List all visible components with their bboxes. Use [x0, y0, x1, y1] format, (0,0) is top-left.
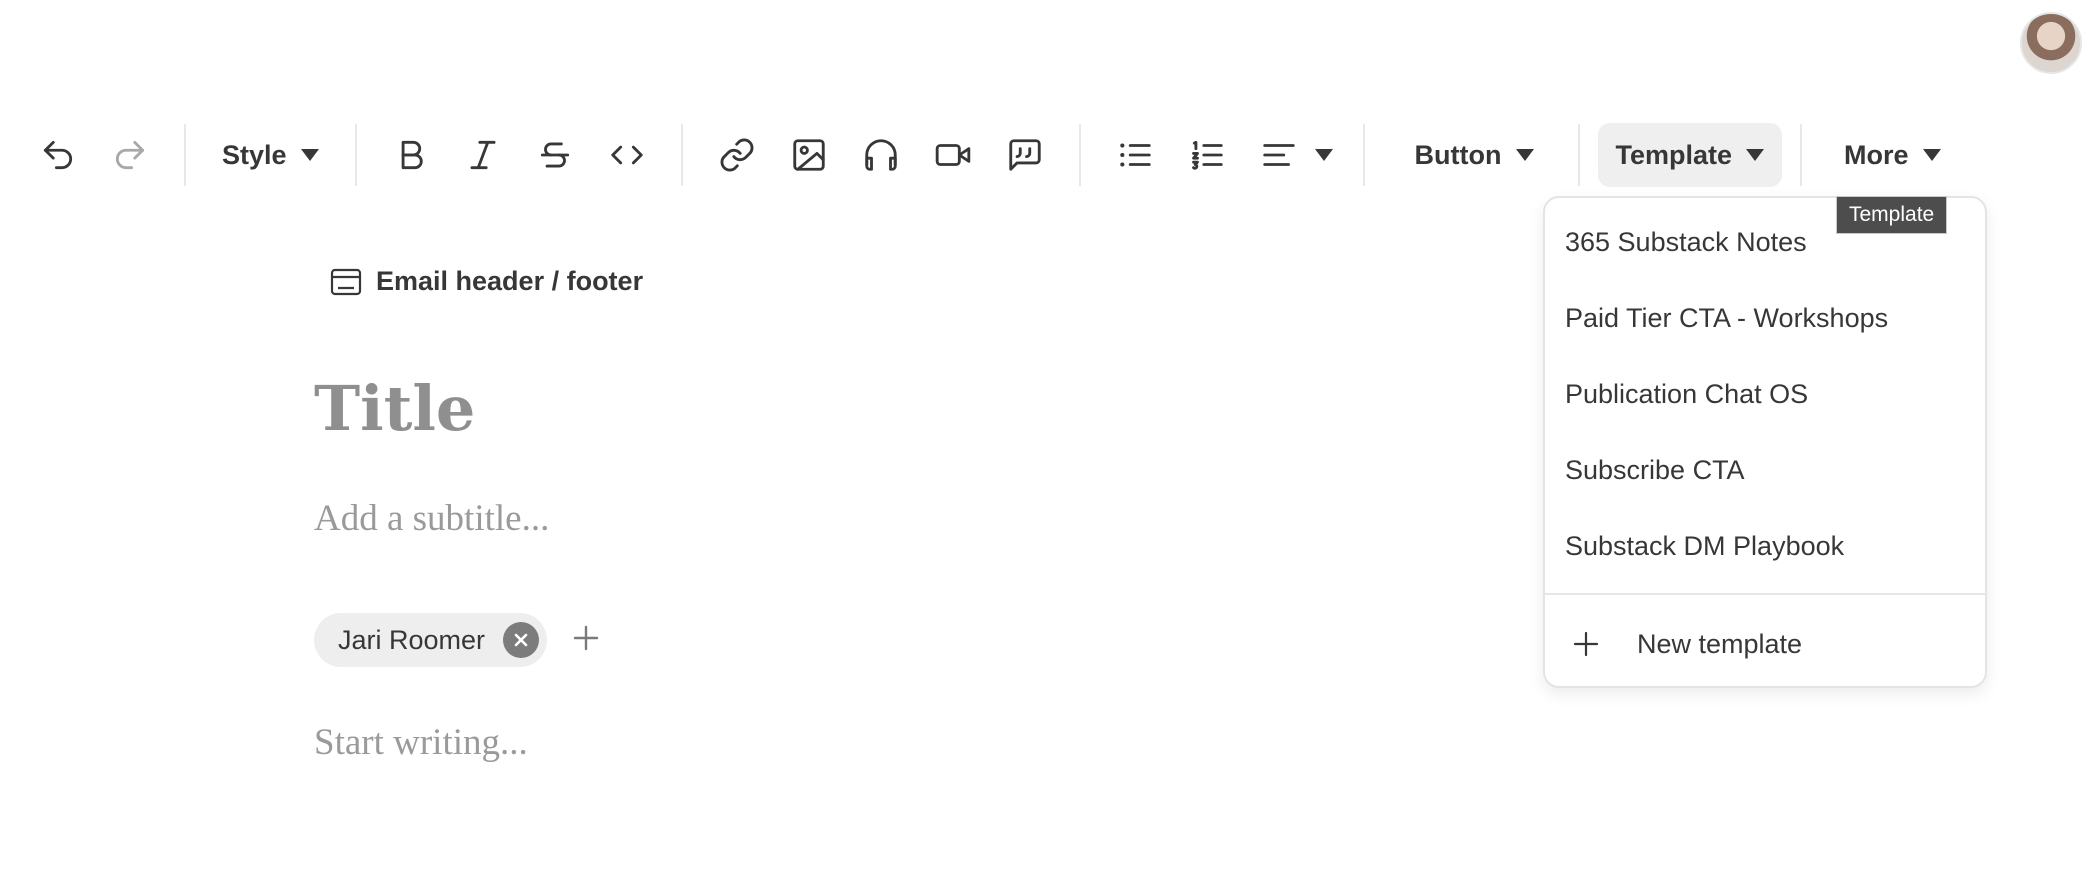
caret-down-icon — [1746, 149, 1765, 161]
video-icon[interactable] — [917, 122, 989, 188]
more-dropdown[interactable]: More — [1826, 123, 1959, 187]
numbered-list-icon[interactable] — [1171, 122, 1243, 188]
template-tooltip: Template — [1836, 196, 1948, 234]
plus-icon — [1573, 631, 1599, 657]
author-chip: Jari Roomer — [314, 613, 548, 667]
toolbar-divider — [1078, 124, 1081, 186]
audio-icon[interactable] — [845, 122, 917, 188]
caret-down-icon — [1922, 149, 1941, 161]
button-dropdown[interactable]: Button — [1397, 123, 1552, 187]
author-name: Jari Roomer — [338, 624, 486, 655]
quote-icon[interactable] — [989, 122, 1061, 188]
email-header-footer-label: Email header / footer — [376, 266, 644, 296]
editor-page: Style Button Template More Email header … — [0, 0, 2096, 894]
strikethrough-icon[interactable] — [519, 122, 591, 188]
italic-icon[interactable] — [447, 122, 519, 188]
plus-icon — [573, 625, 599, 650]
style-label: Style — [222, 139, 287, 170]
menu-divider — [1545, 593, 1985, 595]
email-header-footer-icon — [330, 268, 362, 295]
title-input[interactable]: Title — [314, 372, 475, 445]
toolbar-divider — [680, 124, 683, 186]
toolbar-divider — [354, 124, 357, 186]
template-item[interactable]: Paid Tier CTA - Workshops — [1565, 290, 1965, 346]
template-dropdown[interactable]: Template — [1597, 123, 1783, 187]
align-dropdown[interactable] — [1243, 122, 1333, 188]
caret-down-icon — [300, 149, 319, 161]
toolbar-divider — [1800, 124, 1803, 186]
align-left-icon[interactable] — [1243, 122, 1315, 188]
link-icon[interactable] — [701, 122, 773, 188]
toolbar-divider — [1362, 124, 1365, 186]
template-item[interactable]: Substack DM Playbook — [1565, 518, 1965, 574]
remove-author-button[interactable] — [503, 622, 540, 658]
code-icon[interactable] — [591, 122, 663, 188]
new-template-label: New template — [1637, 628, 1803, 659]
redo-icon[interactable] — [94, 122, 166, 188]
image-icon[interactable] — [773, 122, 845, 188]
user-avatar[interactable] — [2020, 12, 2082, 74]
caret-down-icon — [1515, 149, 1534, 161]
new-template-button[interactable]: New template — [1571, 616, 1971, 672]
template-menu: 365 Substack Notes Paid Tier CTA - Works… — [1543, 196, 1987, 688]
email-header-footer-button[interactable]: Email header / footer — [330, 266, 643, 297]
more-label: More — [1844, 139, 1909, 170]
formatting-toolbar: Style Button Template More — [22, 122, 1959, 188]
template-item[interactable]: Publication Chat OS — [1565, 366, 1965, 422]
subtitle-input[interactable]: Add a subtitle... — [314, 497, 549, 540]
template-label: Template — [1615, 139, 1733, 170]
toolbar-divider — [184, 124, 186, 186]
body-editor[interactable]: Start writing... — [314, 721, 528, 764]
toolbar-divider — [1577, 124, 1580, 186]
style-dropdown[interactable]: Style — [204, 123, 337, 187]
template-item[interactable]: Subscribe CTA — [1565, 442, 1965, 498]
button-label: Button — [1414, 139, 1502, 170]
bold-icon[interactable] — [375, 122, 447, 188]
bulleted-list-icon[interactable] — [1099, 122, 1171, 188]
add-author-button[interactable] — [571, 623, 601, 658]
byline: Jari Roomer — [314, 613, 601, 667]
caret-down-icon[interactable] — [1314, 149, 1333, 161]
close-icon — [514, 633, 528, 647]
undo-icon[interactable] — [22, 122, 94, 188]
